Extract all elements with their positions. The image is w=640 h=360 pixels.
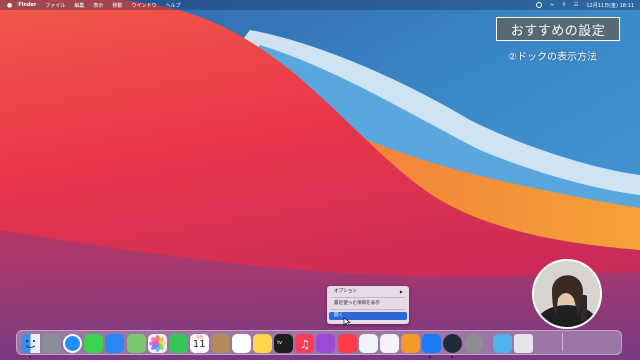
contacts-icon[interactable]	[210, 333, 230, 353]
menu-file[interactable]: ファイル	[45, 2, 65, 9]
overlay-title-box: おすすめの設定	[496, 17, 620, 41]
system-preferences-icon[interactable]	[464, 333, 484, 353]
menu-bar: ● Finder ファイル 編集 表示 移動 ウインドウ ヘルプ ≈ ⚲ ☷ 1…	[0, 0, 640, 10]
menu-view[interactable]: 表示	[93, 2, 103, 9]
launchpad-icon[interactable]	[42, 333, 62, 353]
search-icon[interactable]: ⚲	[562, 2, 566, 8]
music-icon[interactable]: ♫	[295, 333, 315, 353]
messages-icon[interactable]	[84, 333, 104, 353]
menu-item-show-recents[interactable]: 最近使った項目を表示	[329, 300, 407, 308]
tv-label: tv	[277, 339, 283, 346]
podcasts-icon[interactable]	[316, 333, 336, 353]
wifi-icon[interactable]: ≈	[550, 2, 554, 8]
menu-extras: ≈ ⚲ ☷ 12月11日(金) 18:11	[528, 0, 634, 10]
control-center-icon[interactable]: ☷	[574, 2, 578, 8]
photos-icon[interactable]	[147, 333, 167, 353]
reminders-icon[interactable]	[232, 333, 251, 353]
running-indicator	[28, 356, 31, 358]
calendar-day: 11	[192, 338, 206, 350]
presenter-video	[532, 259, 602, 329]
menu-item-options-label: オプション	[334, 289, 357, 294]
news-icon[interactable]	[337, 333, 357, 353]
numbers-icon[interactable]	[379, 333, 399, 353]
menu-window[interactable]: ウインドウ	[131, 2, 156, 9]
safari-icon[interactable]	[63, 333, 83, 353]
menu-edit[interactable]: 編集	[74, 2, 84, 9]
app-store-icon[interactable]	[421, 333, 441, 353]
menu-go[interactable]: 移動	[112, 2, 122, 9]
facetime-icon[interactable]	[168, 333, 188, 353]
mouse-pointer-icon	[343, 317, 351, 327]
running-indicator	[450, 356, 453, 358]
dock-separator	[562, 333, 563, 351]
menu-separator	[331, 297, 405, 298]
pages-icon[interactable]	[400, 333, 420, 353]
dock: 12月 11 tv ♫	[16, 330, 622, 355]
maps-icon[interactable]	[126, 333, 146, 353]
downloads-folder-icon[interactable]	[493, 333, 513, 353]
overlay-subtitle: ②ドックの表示方法	[508, 52, 597, 63]
menu-item-show-recents-label: 最近使った項目を表示	[334, 301, 380, 306]
menu-item-open[interactable]: 開く	[329, 312, 407, 320]
menu-app-name[interactable]: Finder	[18, 2, 36, 8]
notes-icon[interactable]	[253, 333, 273, 353]
apple-menu-icon[interactable]: ●	[7, 2, 12, 9]
calendar-icon[interactable]: 12月 11	[189, 333, 209, 353]
dock-context-menu: オプション ▶ 最近使った項目を表示 開く	[327, 286, 409, 324]
svg-text:♫: ♫	[300, 338, 310, 351]
menu-item-open-label: 開く	[334, 313, 344, 318]
overlay-title: おすすめの設定	[510, 23, 606, 39]
finder-icon[interactable]	[21, 333, 40, 353]
menu-help[interactable]: ヘルプ	[165, 2, 180, 9]
menu-item-options[interactable]: オプション ▶	[329, 288, 407, 296]
screen-record-icon[interactable]	[536, 2, 543, 8]
menu-separator	[331, 309, 405, 310]
menu-clock[interactable]: 12月11日(金) 18:11	[586, 2, 634, 9]
keynote-icon[interactable]	[358, 333, 378, 353]
mail-icon[interactable]	[105, 333, 125, 353]
screenshot-icon[interactable]	[443, 333, 462, 353]
submenu-arrow-icon: ▶	[399, 289, 403, 294]
presenter-image	[534, 261, 600, 327]
apple-tv-icon[interactable]: tv	[274, 333, 294, 353]
trash-icon[interactable]	[514, 333, 534, 353]
